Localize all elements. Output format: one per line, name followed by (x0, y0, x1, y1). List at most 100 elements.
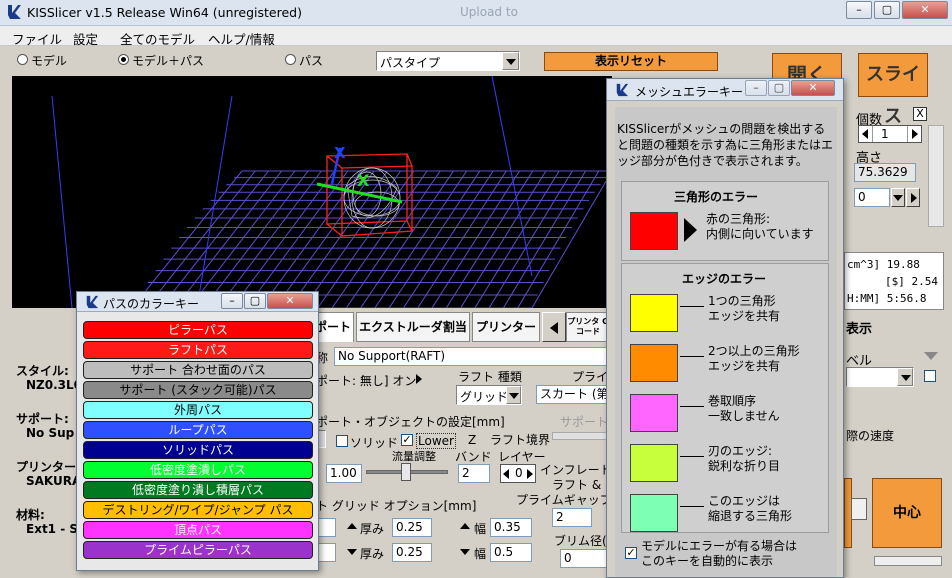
thickness-down-field[interactable]: 0.25 (392, 543, 432, 562)
right-panel-scrollbar[interactable] (928, 125, 944, 227)
side-slider-thumb[interactable] (851, 498, 867, 520)
stepper-right-arrow[interactable] (907, 126, 921, 142)
mesh-key-minimize-button[interactable]: – (745, 80, 767, 96)
path-color-item: デストリング/ワイプ/ジャンプ パス (83, 501, 313, 519)
menu-all-models[interactable]: 全てのモデル (120, 29, 195, 48)
app-logo-icon (85, 295, 99, 309)
minimize-button[interactable]: – (846, 1, 872, 19)
menu-bar: ファイル 設定 全てのモデル ヘルプ/情報 (0, 26, 952, 48)
tab-scroll-left[interactable] (542, 312, 566, 342)
lower-checkbox[interactable]: ✓ (401, 434, 413, 446)
layer-stepper[interactable]: 0 (500, 464, 536, 483)
angle-field[interactable]: 0 (854, 188, 890, 207)
viewport-grid-line (345, 170, 441, 308)
viewport-grid-line (374, 170, 468, 308)
viewport-grid-line (517, 170, 600, 308)
layer-stepper-right-icon[interactable] (527, 469, 533, 479)
triangle-error-text: 赤の三角形: 内側に向いています (706, 212, 814, 241)
edge-error-swatch (630, 344, 678, 382)
layer-stepper-left-icon[interactable] (503, 469, 509, 479)
lower-label: Lower (416, 433, 456, 449)
support-faded-label: サポート (560, 415, 609, 429)
edge-error-text: 巻取順序 一致しません (708, 394, 780, 423)
title-bar: KISSlicer v1.5 Release Win64 (unregister… (0, 0, 952, 26)
stats-line-volume: cm^3] 19.88 (847, 258, 920, 271)
path-key-maximize-button[interactable]: ▢ (244, 293, 266, 309)
menu-help[interactable]: ヘルプ/情報 (208, 29, 275, 48)
support-toggle[interactable]: ポート: 無し] オン (316, 372, 416, 389)
solid-checkbox[interactable] (336, 435, 348, 447)
brim-field[interactable]: 0 (560, 549, 608, 568)
edge-error-swatch (630, 294, 678, 332)
stepper-left-arrow[interactable] (859, 126, 873, 142)
viewport-grid-line (460, 170, 547, 308)
viewport-grid-line (131, 170, 243, 308)
style-value: NZ0.3L0 (26, 378, 82, 392)
flow-field[interactable]: 1.00 (326, 464, 362, 483)
path-color-item: ラフトパス (83, 341, 313, 359)
width-up-field[interactable]: 0.35 (490, 518, 532, 537)
tab-printer-gcode[interactable]: プリンタ Gコード (566, 312, 610, 342)
angle-stepper-up[interactable] (906, 188, 920, 207)
flow-slider-thumb[interactable] (401, 463, 411, 481)
prime-gap-label: プライムギャップ (516, 493, 612, 507)
level-checkbox[interactable] (924, 370, 936, 382)
height-field[interactable]: 75.3629 (854, 163, 916, 182)
width-down-field[interactable]: 0.5 (490, 543, 532, 562)
layer-value: 0 (515, 466, 523, 480)
slice-button[interactable]: スライス (858, 53, 928, 127)
count-stepper[interactable]: 1 (858, 125, 922, 143)
display-reset-button[interactable]: 表示リセット (544, 52, 718, 71)
auto-show-checkbox[interactable]: ✓ (625, 547, 637, 559)
menu-file[interactable]: ファイル (12, 29, 62, 48)
thickness-down-icon (347, 549, 357, 555)
thickness-up-field[interactable]: 0.25 (392, 518, 432, 537)
grid-field-2[interactable] (318, 543, 336, 562)
viewport-grid-line (417, 170, 507, 308)
width-down-icon (460, 549, 470, 555)
path-key-close-button[interactable]: ✕ (267, 293, 313, 309)
maximize-button[interactable]: ▢ (874, 1, 900, 19)
center-button[interactable]: 中心 (872, 478, 942, 548)
center-button-label: 中心 (893, 505, 921, 521)
flow-slider[interactable] (366, 463, 448, 481)
radio-model-and-path[interactable] (118, 54, 129, 65)
support-name-field[interactable]: No Support(RAFT) (334, 347, 610, 366)
support-right-slider[interactable] (552, 432, 610, 440)
grid-field-1[interactable] (318, 518, 336, 537)
menu-settings[interactable]: 設定 (73, 29, 98, 48)
chevron-down-icon (897, 368, 913, 386)
radio-path[interactable] (285, 54, 296, 65)
triangle-section-title: 三角形のエラー (674, 190, 759, 204)
edge-section-title: エッジのエラー (682, 272, 767, 286)
edge-error-swatch (630, 494, 678, 532)
band-field[interactable]: 2 (458, 464, 490, 483)
bottom-scroll-thumb[interactable] (874, 556, 942, 566)
close-button[interactable]: ✕ (902, 1, 948, 19)
path-type-select[interactable]: パスタイプ (376, 51, 520, 71)
width-down-label: 幅 (474, 547, 487, 561)
mesh-key-maximize-button[interactable]: ▢ (768, 80, 790, 96)
prime-select[interactable]: スカート (第 (536, 385, 610, 404)
app-logo-icon (615, 83, 629, 97)
viewport-grid-line (388, 170, 481, 308)
tab-printer[interactable]: プリンター (472, 312, 540, 342)
tab-extruder-assign[interactable]: エクストルーダ割当 (356, 312, 470, 342)
path-color-item: 外周パス (83, 401, 313, 419)
angle-stepper-down[interactable] (891, 188, 905, 207)
path-key-title: パスのカラーキー (103, 297, 200, 311)
prime-label: プライ (572, 370, 609, 384)
level-select[interactable] (846, 367, 914, 387)
inflate-field[interactable]: 2 (552, 508, 592, 527)
speed-label: 際の速度 (846, 429, 895, 443)
viewport-grid-line (431, 170, 520, 308)
brim-label: ブリム径( (554, 534, 607, 548)
radio-model[interactable] (17, 54, 28, 65)
mesh-key-close-button[interactable]: ✕ (791, 80, 835, 96)
raft-type-select[interactable]: グリッド (456, 385, 522, 405)
3d-viewport[interactable]: X X (12, 76, 612, 308)
path-key-minimize-button[interactable]: – (221, 293, 243, 309)
stats-box: cm^3] 19.88 [$] 2.54 H:MM] 5:56.8 (844, 252, 944, 310)
viewport-grid-line (288, 170, 388, 308)
support-value: No Sup (26, 426, 75, 440)
